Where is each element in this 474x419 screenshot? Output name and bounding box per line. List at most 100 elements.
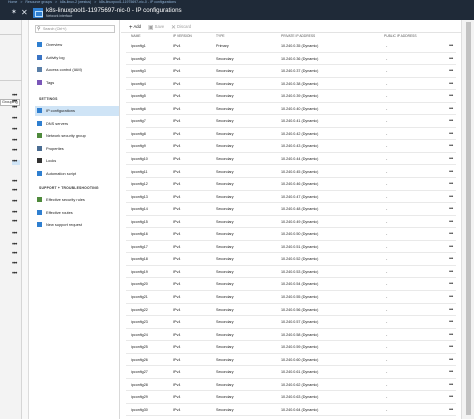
menu-item-ip-config[interactable]: IP configurations	[35, 106, 119, 116]
table-row[interactable]: ipconfig25 IPv4 Secondary 10.240.0.59 (Dyna…	[126, 341, 456, 354]
menu-item-support-request[interactable]: New support request	[35, 220, 119, 230]
vertical-scrollbar[interactable]	[461, 20, 474, 419]
row-more-icon[interactable]: •••	[449, 203, 453, 215]
row-more-icon[interactable]: •••	[449, 253, 453, 265]
row-more-icon[interactable]: •••	[12, 210, 20, 216]
pin-icon[interactable]: ✶	[11, 9, 18, 16]
table-row[interactable]: ipconfig30 IPv4 Secondary 10.240.0.64 (Dyna…	[126, 404, 456, 417]
table-row[interactable]: ipconfig10 IPv4 Secondary 10.240.0.44 (Dyna…	[126, 153, 456, 166]
row-more-icon[interactable]: •••	[449, 216, 453, 228]
row-more-icon[interactable]: •••	[449, 115, 453, 127]
row-more-icon[interactable]: •••	[449, 391, 453, 403]
row-more-icon[interactable]: •••	[449, 40, 453, 52]
previous-blade-scrollbar[interactable]	[22, 20, 29, 419]
row-more-icon[interactable]: •••	[12, 148, 20, 154]
table-row[interactable]: ipconfig2 IPv4 Secondary 10.240.0.36 (Dynam…	[126, 53, 456, 66]
table-row[interactable]: ipconfig24 IPv4 Secondary 10.240.0.58 (Dyna…	[126, 329, 456, 342]
row-more-icon[interactable]: •••	[449, 65, 453, 77]
table-row[interactable]: ipconfig28 IPv4 Secondary 10.240.0.62 (Dyna…	[126, 379, 456, 392]
row-more-icon[interactable]: •••	[449, 316, 453, 328]
menu-item-lock[interactable]: Locks	[35, 156, 119, 166]
table-row[interactable]: ipconfig4 IPv4 Secondary 10.240.0.38 (Dynam…	[126, 78, 456, 91]
menu-item-overview[interactable]: Overview	[35, 40, 119, 50]
close-icon[interactable]: ✕	[21, 8, 28, 17]
menu-item-tag[interactable]: Tags	[35, 78, 119, 88]
menu-item-nsg[interactable]: Network security group	[35, 131, 119, 141]
row-more-icon[interactable]: •••	[12, 271, 20, 277]
row-more-icon[interactable]: •••	[449, 354, 453, 366]
menu-item-security-rules[interactable]: Effective security rules	[35, 195, 119, 205]
row-more-icon[interactable]: •••	[449, 103, 453, 115]
table-row[interactable]: ipconfig21 IPv4 Secondary 10.240.0.55 (Dyna…	[126, 291, 456, 304]
breadcrumb-link[interactable]: k8s-linux-2 (westus)	[60, 0, 91, 4]
menu-item-routes[interactable]: Effective routes	[35, 208, 119, 218]
row-more-icon[interactable]: •••	[449, 241, 453, 253]
row-more-icon[interactable]: •••	[449, 404, 453, 416]
row-more-icon[interactable]: •••	[12, 127, 20, 133]
menu-search-input[interactable]: ⚲ Search (Ctrl+/)	[35, 25, 115, 33]
row-more-icon[interactable]: •••	[12, 199, 20, 205]
menu-item-dns[interactable]: DNS servers	[35, 119, 119, 129]
row-more-icon[interactable]: •••	[449, 140, 453, 152]
table-row[interactable]: ipconfig5 IPv4 Secondary 10.240.0.39 (Dynam…	[126, 90, 456, 103]
row-more-icon[interactable]: •••	[449, 178, 453, 190]
scrollbar-thumb[interactable]	[466, 22, 471, 415]
table-row[interactable]: ipconfig16 IPv4 Secondary 10.240.0.50 (Dyna…	[126, 228, 456, 241]
row-more-icon[interactable]: •••	[12, 105, 20, 111]
table-row[interactable]: ipconfig1 IPv4 Primary 10.240.0.35 (Dynamic…	[126, 40, 456, 53]
discard-button[interactable]: ✕Discard	[171, 23, 191, 32]
column-header-name[interactable]: NAME	[131, 33, 141, 40]
table-row[interactable]: ipconfig12 IPv4 Secondary 10.240.0.46 (Dyna…	[126, 178, 456, 191]
menu-item-iam[interactable]: Access control (IAM)	[35, 65, 119, 75]
row-more-icon[interactable]: •••	[449, 78, 453, 90]
row-more-icon[interactable]: •••	[449, 366, 453, 378]
row-more-icon[interactable]: •••	[449, 166, 453, 178]
row-more-icon[interactable]: •••	[12, 242, 20, 248]
table-row[interactable]: ipconfig18 IPv4 Secondary 10.240.0.52 (Dyna…	[126, 253, 456, 266]
table-row[interactable]: ipconfig23 IPv4 Secondary 10.240.0.57 (Dyna…	[126, 316, 456, 329]
table-row[interactable]: ipconfig17 IPv4 Secondary 10.240.0.51 (Dyna…	[126, 241, 456, 254]
row-more-icon[interactable]: •••	[12, 231, 20, 237]
row-more-icon[interactable]: •••	[12, 188, 20, 194]
table-row[interactable]: ipconfig11 IPv4 Secondary 10.240.0.45 (Dyna…	[126, 166, 456, 179]
row-more-icon[interactable]: •••	[12, 261, 20, 267]
row-more-icon[interactable]: •••	[449, 329, 453, 341]
add-button[interactable]: +Add	[129, 23, 141, 32]
row-more-icon[interactable]: •••	[449, 53, 453, 65]
table-row[interactable]: ipconfig13 IPv4 Secondary 10.240.0.47 (Dyna…	[126, 191, 456, 204]
table-row[interactable]: ipconfig15 IPv4 Secondary 10.240.0.49 (Dyna…	[126, 216, 456, 229]
table-row[interactable]: ipconfig22 IPv4 Secondary 10.240.0.56 (Dyna…	[126, 304, 456, 317]
column-header-public-ip[interactable]: PUBLIC IP ADDRESS	[384, 33, 417, 40]
column-header-ip-version[interactable]: IP VERSION	[173, 33, 192, 40]
row-more-icon[interactable]: •••	[12, 138, 20, 144]
breadcrumb-link[interactable]: k8s-linuxpool1-11975697-nic-0 - IP confi…	[99, 0, 176, 4]
breadcrumb-link[interactable]: Resource groups	[25, 0, 52, 4]
column-header-type[interactable]: TYPE	[216, 33, 225, 40]
row-more-icon[interactable]: •••	[449, 228, 453, 240]
table-row[interactable]: ipconfig3 IPv4 Secondary 10.240.0.37 (Dynam…	[126, 65, 456, 78]
menu-item-automation-script[interactable]: Automation script	[35, 169, 119, 179]
table-row[interactable]: ipconfig6 IPv4 Secondary 10.240.0.40 (Dynam…	[126, 103, 456, 116]
table-row[interactable]: ipconfig19 IPv4 Secondary 10.240.0.53 (Dyna…	[126, 266, 456, 279]
row-more-icon[interactable]: •••	[449, 341, 453, 353]
row-more-icon[interactable]: •••	[449, 266, 453, 278]
row-more-icon[interactable]: •••	[449, 278, 453, 290]
table-row[interactable]: ipconfig27 IPv4 Secondary 10.240.0.61 (Dyna…	[126, 366, 456, 379]
breadcrumb-link[interactable]: Home	[8, 0, 17, 4]
row-more-icon[interactable]: •••	[12, 219, 20, 225]
row-more-icon[interactable]: •••	[449, 90, 453, 102]
table-row[interactable]: ipconfig29 IPv4 Secondary 10.240.0.63 (Dyna…	[126, 391, 456, 404]
table-row[interactable]: ipconfig14 IPv4 Secondary 10.240.0.48 (Dyna…	[126, 203, 456, 216]
row-more-icon[interactable]: •••	[449, 291, 453, 303]
column-header-private-ip[interactable]: PRIVATE IP ADDRESS	[281, 33, 315, 40]
table-row[interactable]: ipconfig20 IPv4 Secondary 10.240.0.54 (Dyna…	[126, 278, 456, 291]
menu-item-properties[interactable]: Properties	[35, 144, 119, 154]
row-more-icon[interactable]: •••	[449, 379, 453, 391]
row-more-icon[interactable]: •••	[449, 304, 453, 316]
table-row[interactable]: ipconfig9 IPv4 Secondary 10.240.0.43 (Dynam…	[126, 140, 456, 153]
table-row[interactable]: ipconfig26 IPv4 Secondary 10.240.0.60 (Dyna…	[126, 354, 456, 367]
table-row[interactable]: ipconfig7 IPv4 Secondary 10.240.0.41 (Dynam…	[126, 115, 456, 128]
row-more-icon[interactable]: •••	[449, 153, 453, 165]
menu-item-activity-log[interactable]: Activity log	[35, 53, 119, 63]
row-more-icon[interactable]: •••	[12, 179, 20, 185]
